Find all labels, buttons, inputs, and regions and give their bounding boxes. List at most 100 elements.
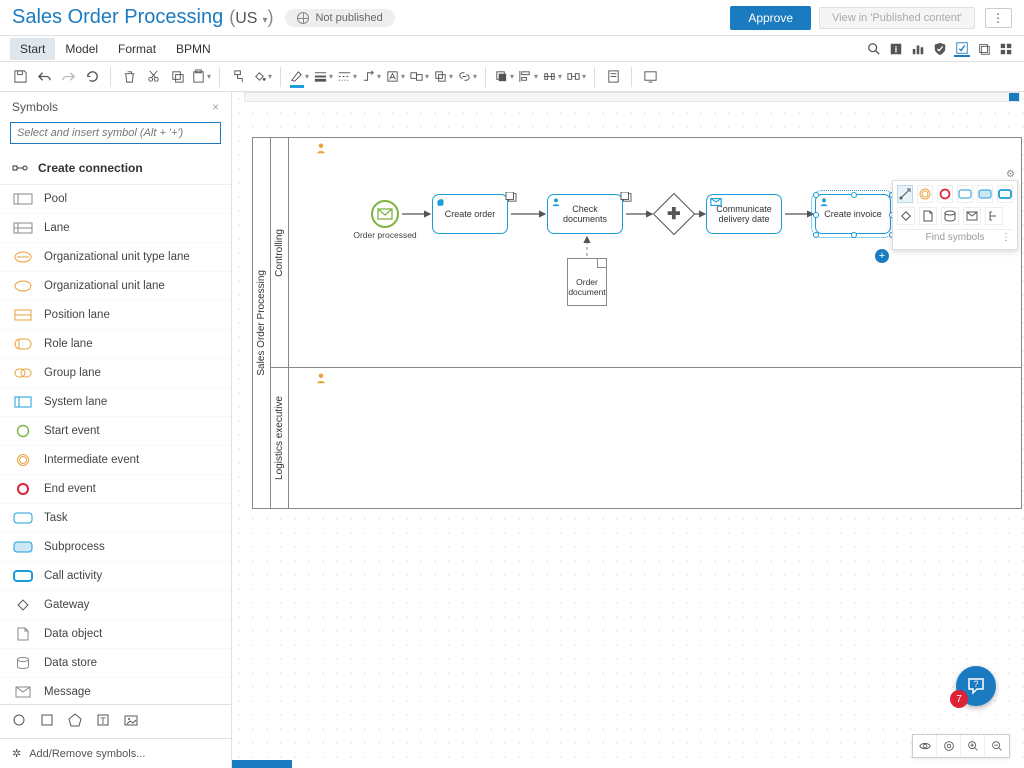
format-painter-icon[interactable] [228, 67, 248, 87]
task-t2[interactable]: Check documents [547, 194, 623, 234]
symbol-datastore[interactable]: Data store [0, 649, 231, 678]
distribute-icon[interactable]: ▾ [542, 67, 562, 87]
task-t1[interactable]: Create order [432, 194, 508, 234]
locale-picker[interactable]: (US ▾) [229, 7, 273, 28]
symbol-message[interactable]: Message [0, 678, 231, 704]
fill-icon[interactable]: ▾ [252, 67, 272, 87]
symbol-gateway[interactable]: Gateway [0, 591, 231, 620]
tab-model[interactable]: Model [55, 38, 108, 60]
info-icon[interactable]: i [888, 41, 904, 57]
copy-icon[interactable] [167, 67, 187, 87]
mp-call[interactable] [997, 185, 1013, 203]
symbol-system[interactable]: System lane [0, 388, 231, 417]
symbol-position[interactable]: Position lane [0, 301, 231, 330]
grid-icon[interactable] [998, 41, 1014, 57]
mp-task[interactable] [957, 185, 973, 203]
tab-bpmn[interactable]: BPMN [166, 38, 221, 60]
arrange-icon[interactable]: ▾ [433, 67, 453, 87]
connector-icon[interactable]: ▾ [361, 67, 381, 87]
fit-icon[interactable] [937, 735, 961, 757]
mp-gateway[interactable] [897, 207, 915, 225]
layers-icon[interactable] [976, 41, 992, 57]
data-object[interactable]: Order document [567, 258, 607, 306]
svg-text:?: ? [973, 679, 978, 689]
chart-icon[interactable] [910, 41, 926, 57]
line-color-icon[interactable]: ▾ [289, 67, 309, 87]
link-icon[interactable]: ▾ [457, 67, 477, 87]
symbol-role[interactable]: Role lane [0, 330, 231, 359]
symbol-call[interactable]: Call activity [0, 562, 231, 591]
help-button[interactable]: ? 7 [956, 666, 996, 706]
symbol-task[interactable]: Task [0, 504, 231, 533]
shape-pentagon[interactable] [68, 713, 82, 730]
symbol-orgunit[interactable]: Organizational unit lane [0, 272, 231, 301]
tab-start[interactable]: Start [10, 38, 55, 60]
mp-datastore[interactable] [941, 207, 959, 225]
view-published-button[interactable]: View in 'Published content' [819, 7, 975, 29]
symbol-interev[interactable]: Intermediate event [0, 446, 231, 475]
add-remove-symbols[interactable]: ✲ Add/Remove symbols... [0, 738, 231, 768]
mp-end[interactable] [937, 185, 953, 203]
task-t4[interactable]: Create invoice [815, 194, 891, 234]
zoom-out-icon[interactable] [985, 735, 1009, 757]
gear-icon[interactable]: ⚙ [1006, 169, 1015, 180]
canvas[interactable]: Sales Order Processing Controlling Order… [232, 92, 1024, 768]
template-icon[interactable] [603, 67, 623, 87]
more-menu[interactable]: ⋮ [985, 8, 1012, 28]
zoombar[interactable] [912, 734, 1010, 758]
symbol-orgtype[interactable]: Organizational unit type lane [0, 243, 231, 272]
symbol-startev[interactable]: Start event [0, 417, 231, 446]
refresh-icon[interactable] [82, 67, 102, 87]
close-sidebar-icon[interactable]: × [212, 100, 219, 114]
align-icon[interactable]: ▾ [518, 67, 538, 87]
group-icon[interactable]: ▾ [409, 67, 429, 87]
mini-find[interactable]: Find symbols⋮ [897, 229, 1013, 245]
orgtype-icon [12, 250, 34, 264]
shape-text[interactable]: T [96, 713, 110, 730]
paste-icon[interactable]: ▾ [191, 67, 211, 87]
tab-format[interactable]: Format [108, 38, 166, 60]
delete-icon[interactable] [119, 67, 139, 87]
mp-intermediate[interactable] [917, 185, 933, 203]
symbol-search-input[interactable] [10, 122, 221, 144]
symbol-endev[interactable]: End event [0, 475, 231, 504]
mp-message[interactable] [963, 207, 981, 225]
line-weight-icon[interactable]: ▾ [313, 67, 333, 87]
bring-front-icon[interactable]: ▾ [494, 67, 514, 87]
create-connection[interactable]: Create connection [0, 152, 231, 185]
mini-palette[interactable]: ⚙ + Find symbols⋮ [892, 180, 1018, 250]
symbol-lane[interactable]: Lane [0, 214, 231, 243]
mp-annotation[interactable] [985, 207, 1003, 225]
spacing-icon[interactable]: ▾ [566, 67, 586, 87]
scroll-thumb-bottom[interactable] [232, 760, 292, 768]
save-icon[interactable] [10, 67, 30, 87]
symbol-group[interactable]: Group lane [0, 359, 231, 388]
shield-icon[interactable] [932, 41, 948, 57]
cut-icon[interactable] [143, 67, 163, 87]
shape-square[interactable] [40, 713, 54, 730]
fullscreen-icon[interactable] [640, 67, 660, 87]
shape-circle[interactable] [12, 713, 26, 730]
task-t3[interactable]: Communicate delivery date [706, 194, 782, 234]
publish-status[interactable]: Not published [285, 9, 394, 27]
line-style-icon[interactable]: ▾ [337, 67, 357, 87]
attribute-icon[interactable]: ▾ [385, 67, 405, 87]
zoom-in-icon[interactable] [961, 735, 985, 757]
attachment-icon[interactable] [620, 192, 632, 204]
eye-icon[interactable] [913, 735, 937, 757]
search-icon[interactable] [866, 41, 882, 57]
symbol-pool[interactable]: Pool [0, 185, 231, 214]
undo-icon[interactable] [34, 67, 54, 87]
mp-connection[interactable] [897, 185, 913, 203]
mp-sub[interactable] [977, 185, 993, 203]
attachment-icon[interactable] [505, 192, 517, 204]
shape-image[interactable] [124, 713, 138, 730]
symbol-dataobj[interactable]: Data object [0, 620, 231, 649]
approve-button[interactable]: Approve [730, 6, 811, 30]
symbol-sub[interactable]: Subprocess [0, 533, 231, 562]
redo-icon[interactable] [58, 67, 78, 87]
add-element-button[interactable]: + [875, 249, 889, 263]
scroll-track-top[interactable] [244, 92, 1020, 102]
mp-dataobj[interactable] [919, 207, 937, 225]
edit-mode-icon[interactable] [954, 41, 970, 57]
